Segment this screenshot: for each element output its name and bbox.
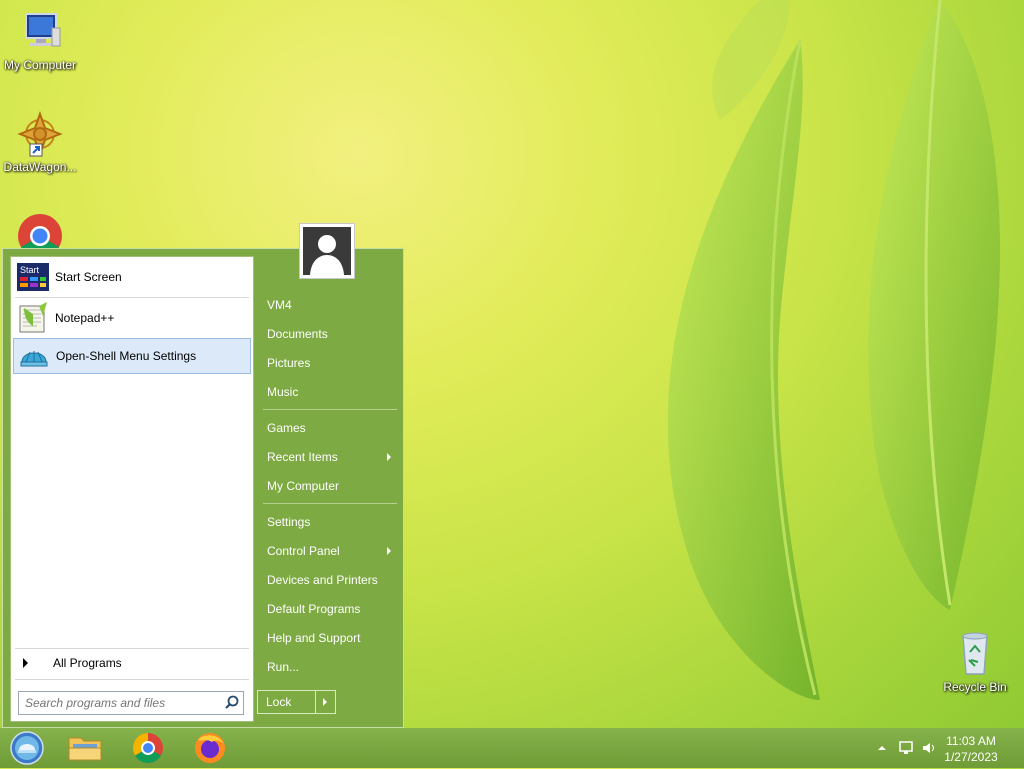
- desktop-icon-label: DataWagon...: [3, 160, 77, 174]
- separator: [15, 679, 249, 680]
- network-icon[interactable]: [898, 740, 914, 756]
- user-picture[interactable]: [299, 223, 355, 279]
- separator: [15, 297, 249, 298]
- program-start-screen[interactable]: Start Start Screen: [13, 259, 251, 295]
- clock-date: 1/27/2023: [944, 750, 998, 764]
- volume-icon[interactable]: [921, 740, 937, 756]
- program-notepad-plus-plus[interactable]: Notepad++: [13, 300, 251, 336]
- clock[interactable]: 11:03 AM 1/27/2023: [936, 733, 1006, 765]
- start-menu-places-pane: VM4 Documents Pictures Music Games Recen…: [259, 249, 403, 729]
- computer-icon: [16, 8, 64, 56]
- program-label: Notepad++: [55, 311, 115, 325]
- notepad-plus-plus-icon: [17, 302, 49, 334]
- taskbar-file-explorer[interactable]: [63, 730, 107, 766]
- start-orb-icon: [10, 731, 44, 765]
- chrome-icon: [132, 733, 163, 764]
- menu-item-documents[interactable]: Documents: [259, 321, 399, 347]
- desktop-icon-label: My Computer: [3, 58, 77, 72]
- start-menu-programs-pane: Start Start Screen Notepad++ Open-Shell …: [10, 256, 254, 722]
- lock-label: Lock: [266, 695, 292, 709]
- search-icon[interactable]: [221, 692, 243, 714]
- firefox-icon: [195, 733, 225, 763]
- desktop-icon-recycle-bin[interactable]: Recycle Bin: [935, 630, 1015, 694]
- taskbar-chrome[interactable]: [126, 730, 170, 766]
- folder-icon: [68, 737, 102, 761]
- submenu-arrow-icon: [387, 547, 391, 555]
- user-avatar-icon: [303, 227, 351, 275]
- menu-item-music[interactable]: Music: [259, 379, 399, 405]
- menu-item-run[interactable]: Run...: [259, 654, 399, 680]
- program-label: Open-Shell Menu Settings: [56, 349, 197, 363]
- start-screen-icon: Start: [17, 261, 49, 293]
- menu-item-help-support[interactable]: Help and Support: [259, 625, 399, 651]
- menu-item-devices-printers[interactable]: Devices and Printers: [259, 567, 399, 593]
- svg-text:Start: Start: [20, 265, 40, 275]
- submenu-arrow-icon: [387, 453, 391, 461]
- all-programs-button[interactable]: All Programs: [13, 651, 251, 675]
- desktop-icon-datawagon[interactable]: DataWagon...: [0, 110, 80, 174]
- start-button[interactable]: [5, 730, 49, 766]
- show-hidden-icons-chevron-icon[interactable]: [874, 740, 890, 756]
- taskbar-firefox[interactable]: [188, 730, 232, 766]
- menu-item-games[interactable]: Games: [259, 415, 399, 441]
- menu-item-recent-items[interactable]: Recent Items: [259, 444, 399, 470]
- search-box[interactable]: [18, 691, 244, 715]
- recycle-bin-icon: [951, 630, 999, 678]
- program-open-shell-settings[interactable]: Open-Shell Menu Settings: [13, 338, 251, 374]
- program-label: Start Screen: [55, 270, 122, 284]
- desktop-icon-my-computer[interactable]: My Computer: [0, 8, 80, 72]
- datawagon-icon: [16, 110, 64, 158]
- separator: [263, 409, 397, 410]
- start-menu: Start Start Screen Notepad++ Open-Shell …: [2, 248, 404, 728]
- separator: [263, 503, 397, 504]
- lock-options-arrow-icon[interactable]: [315, 691, 335, 713]
- all-programs-label: All Programs: [53, 656, 122, 670]
- menu-item-user[interactable]: VM4: [259, 292, 399, 318]
- search-input[interactable]: [19, 695, 221, 711]
- separator: [15, 648, 249, 649]
- desktop-icon-label: Recycle Bin: [943, 680, 1007, 694]
- menu-item-my-computer[interactable]: My Computer: [259, 473, 399, 499]
- triangle-right-icon: [23, 658, 28, 668]
- lock-button[interactable]: Lock: [257, 690, 336, 714]
- clock-time: 11:03 AM: [946, 734, 996, 748]
- menu-item-default-programs[interactable]: Default Programs: [259, 596, 399, 622]
- menu-item-control-panel[interactable]: Control Panel: [259, 538, 399, 564]
- menu-item-settings[interactable]: Settings: [259, 509, 399, 535]
- menu-item-pictures[interactable]: Pictures: [259, 350, 399, 376]
- taskbar: 11:03 AM 1/27/2023: [0, 728, 1024, 768]
- open-shell-icon: [18, 340, 50, 372]
